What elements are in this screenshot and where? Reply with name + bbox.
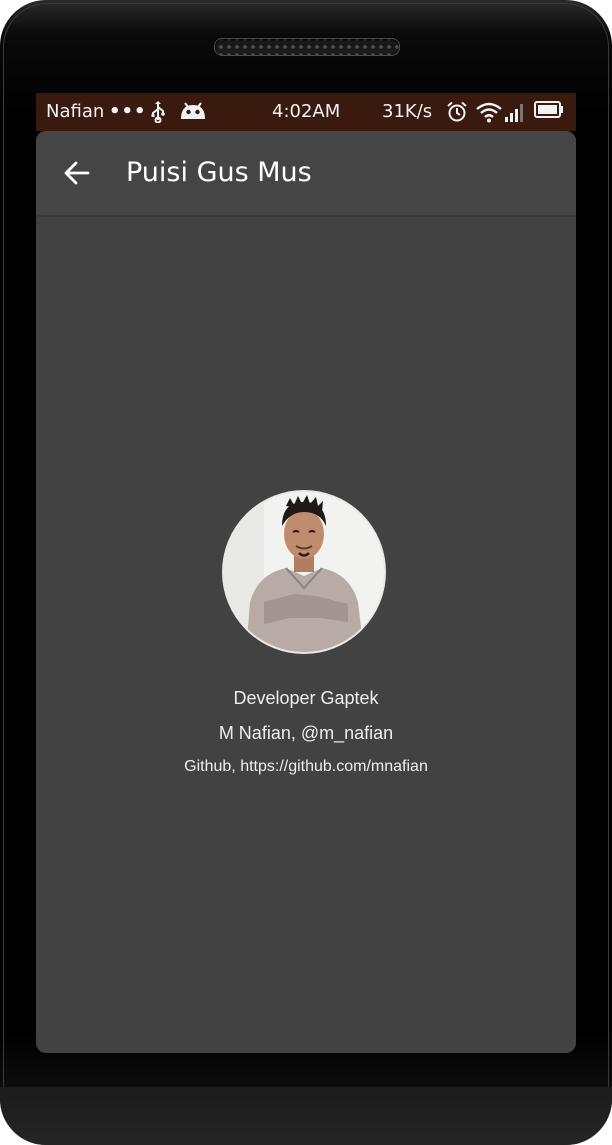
about-content: Developer Gaptek M Nafian, @m_nafian Git… [36, 217, 576, 1053]
phone-frame: Nafian ••• 4:02AM 31K/s Puisi Gus Mus De… [0, 0, 612, 1145]
signal-icon [504, 101, 526, 129]
status-bar: Nafian ••• 4:02AM 31K/s [36, 93, 576, 131]
android-icon [179, 101, 207, 127]
screen: Nafian ••• 4:02AM 31K/s Puisi Gus Mus De… [36, 93, 576, 1053]
app-bar: Puisi Gus Mus [36, 131, 576, 217]
network-speed: 31K/s [382, 101, 433, 122]
page-title: Puisi Gus Mus [126, 157, 312, 188]
wifi-icon [476, 101, 502, 129]
back-button[interactable] [58, 153, 98, 193]
carrier-name: Nafian [46, 101, 105, 122]
usb-icon [150, 101, 166, 129]
developer-title: Developer Gaptek [233, 688, 379, 708]
avatar [222, 490, 386, 654]
notification-dots: ••• [109, 101, 147, 122]
developer-photo [224, 492, 384, 652]
alarm-icon [446, 101, 468, 129]
developer-github-link[interactable]: Github, https://github.com/mnafian [36, 758, 576, 776]
battery-icon [534, 101, 564, 124]
back-arrow-icon [64, 161, 90, 185]
bottom-bezel [0, 1087, 612, 1145]
speaker-grille [214, 38, 400, 56]
app-window: Puisi Gus Mus Developer Gaptek M Nafian,… [36, 131, 576, 1053]
developer-name: M Nafian, @m_nafian [218, 723, 394, 743]
clock: 4:02AM [272, 101, 341, 122]
